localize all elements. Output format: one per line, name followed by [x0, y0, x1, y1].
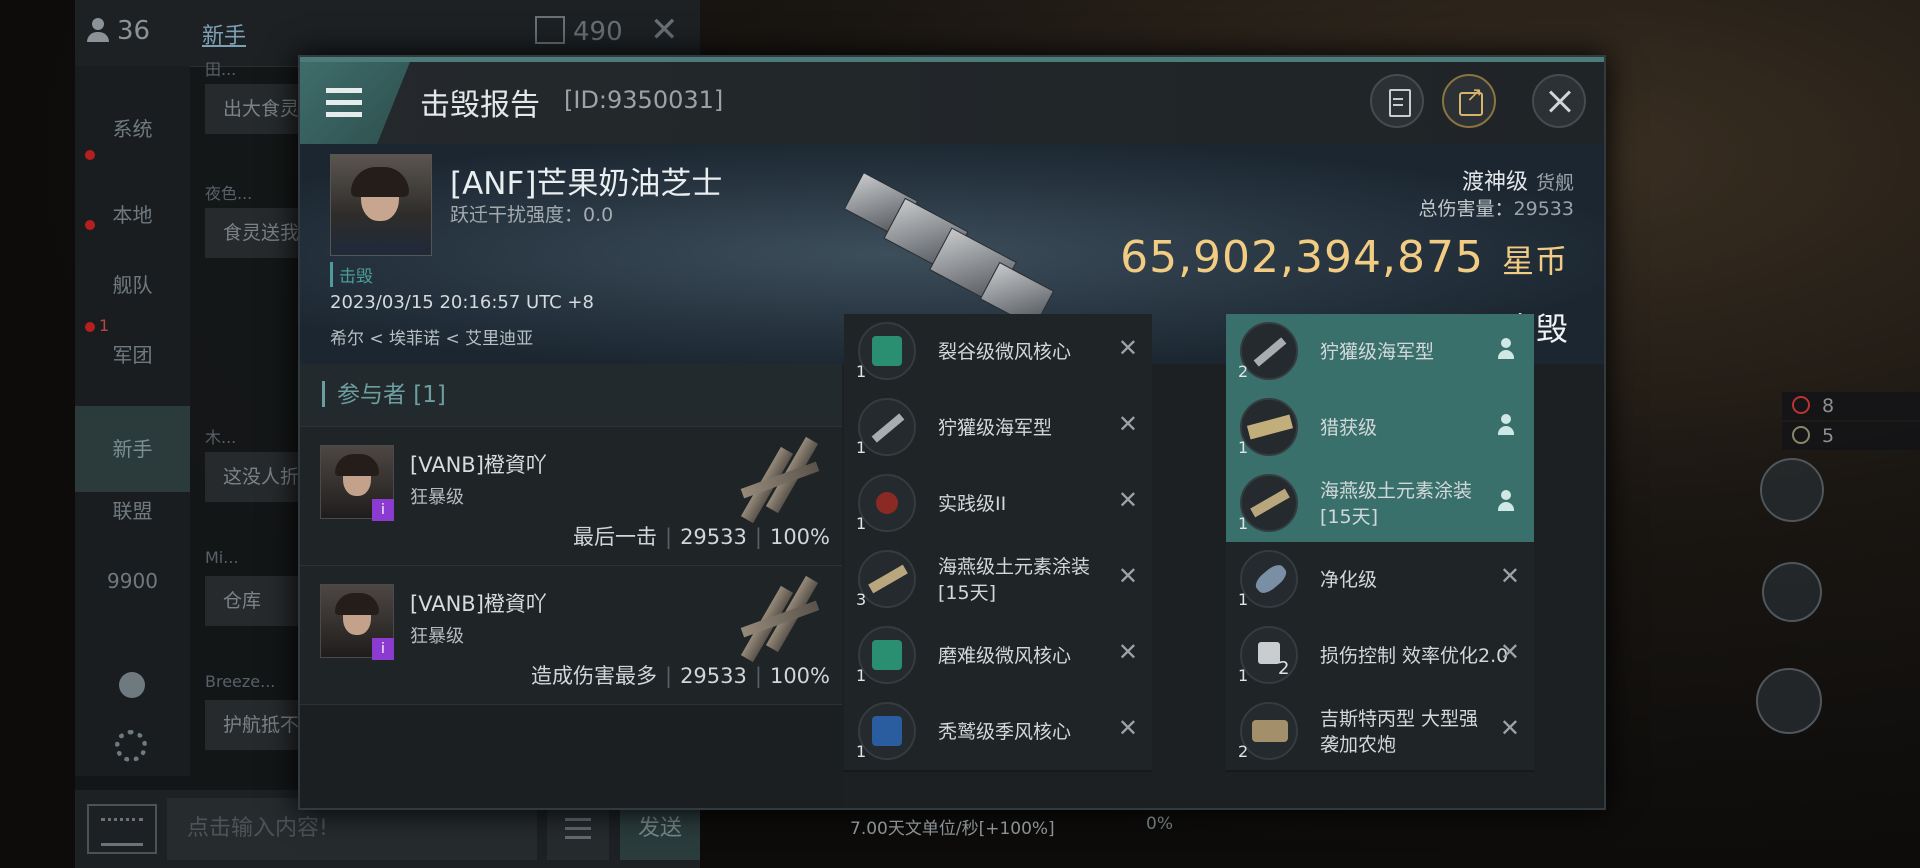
victim-avatar[interactable]	[330, 154, 432, 256]
dock-icon[interactable]	[1756, 668, 1822, 734]
item-row[interactable]: 2 吉斯特丙型 大型强袭加农炮 ✕	[1226, 694, 1534, 772]
eye-icon[interactable]	[1760, 458, 1824, 522]
agent-icon[interactable]	[119, 672, 145, 698]
ship-icon	[858, 398, 916, 456]
unread-dot	[85, 220, 95, 230]
channel-sidebar: 系统 本地 舰队 1 军团 新手 联盟 9900	[75, 66, 190, 776]
target-icon	[1792, 396, 1810, 414]
kill-location[interactable]: 希尔 < 埃菲诺 < 艾里迪亚	[330, 324, 533, 349]
menu-icon[interactable]	[300, 62, 410, 144]
skin-icon	[858, 550, 916, 608]
participant-row[interactable]: i [VANB]橙資吖 狂暴级 造成伤害最多 | 29533 | 100%	[300, 566, 842, 705]
destroyed-icon: ✕	[1117, 562, 1138, 590]
participant-ship-image	[730, 435, 830, 525]
modal-header: 击毁报告 [ID:9350031]	[300, 62, 1604, 144]
participants-header: 参与者 [1]	[300, 364, 842, 427]
green-core-icon	[858, 322, 916, 380]
report-id[interactable]: [ID:9350031]	[564, 86, 723, 114]
item-row[interactable]: 1 净化级 ✕	[1226, 542, 1534, 620]
chat-close-icon[interactable]: ✕	[650, 10, 679, 50]
skin-icon	[1240, 474, 1298, 532]
destroyed-icon: ✕	[1117, 410, 1138, 438]
item-row[interactable]: 1 2 损伤控制 效率优化2.0 ✕	[1226, 618, 1534, 696]
ship-speed: 7.00天文单位/秒[+100%]	[850, 819, 1055, 839]
channel-9900[interactable]: 9900	[75, 538, 190, 624]
destroyed-icon: ✕	[1499, 638, 1520, 666]
close-icon[interactable]	[1532, 74, 1586, 128]
victim-ship-type: 渡神级 货舰	[1461, 170, 1574, 195]
item-row[interactable]: 3 海燕级土元素涂装[15天] ✕	[844, 542, 1152, 620]
item-row[interactable]: 1 猎获级	[1226, 390, 1534, 468]
drone-icon	[858, 474, 916, 532]
destroyed-icon: ✕	[1117, 334, 1138, 362]
user-icon	[87, 18, 109, 42]
info-icon: i	[372, 638, 394, 660]
participant-row[interactable]: i [VANB]橙資吖 狂暴级 最后一击 | 29533 | 100%	[300, 427, 842, 566]
warp-scramble: 跃迁干扰强度：0.0	[450, 204, 614, 226]
isk-value: 65,902,394,875 星币	[1120, 232, 1568, 283]
participant-ship: 狂暴级	[410, 626, 464, 647]
module-level-badge: 2	[1278, 658, 1290, 679]
ship-icon	[1240, 322, 1298, 380]
participant-stats: 造成伤害最多 | 29533 | 100%	[530, 664, 830, 688]
destroyed-icon: ✕	[1117, 638, 1138, 666]
destroyed-icon: ✕	[1499, 562, 1520, 590]
box-icon	[535, 16, 565, 44]
item-row[interactable]: 1 秃鹫级季风核心 ✕	[844, 694, 1152, 772]
user-icon	[1498, 490, 1514, 512]
victim-name[interactable]: [ANF]芒果奶油芝士	[450, 158, 722, 203]
participants-panel: 参与者 [1] i [VANB]橙資吖 狂暴级 最后一击 | 29533 | 100% …	[300, 364, 842, 808]
item-row[interactable]: 1 磨难级微风核心 ✕	[844, 618, 1152, 696]
user-icon	[1498, 414, 1514, 436]
hud-counter-bottom: 5	[1782, 422, 1920, 450]
kill-datetime: 2023/03/15 20:16:57 UTC +8	[330, 292, 594, 313]
swap-icon[interactable]	[1762, 562, 1822, 622]
box-count[interactable]: 490	[535, 16, 623, 47]
item-row[interactable]: 1 海燕级土元素涂装[15天]	[1226, 466, 1534, 544]
online-count: 36	[87, 16, 150, 46]
destroyed-icon: ✕	[1117, 486, 1138, 514]
blue-core-icon	[858, 702, 916, 760]
share-icon[interactable]	[1442, 74, 1496, 128]
participant-name: [VANB]橙資吖	[410, 453, 547, 477]
participant-name: [VANB]橙資吖	[410, 592, 547, 616]
unread-dot	[85, 150, 95, 160]
keyboard-icon[interactable]	[87, 804, 157, 854]
ship-icon	[1240, 550, 1298, 608]
green-core-icon	[858, 626, 916, 684]
victim-ship-image	[840, 164, 1070, 329]
info-icon: i	[372, 499, 394, 521]
clipboard-icon[interactable]	[1370, 74, 1424, 128]
item-row[interactable]: 2 狞獾级海军型	[1226, 314, 1534, 392]
destroyed-icon: ✕	[1117, 714, 1138, 742]
filter-icon	[1792, 426, 1810, 444]
participant-ship-image	[730, 574, 830, 664]
item-row[interactable]: 1 实践级II ✕	[844, 466, 1152, 544]
item-row[interactable]: 1 狞獾级海军型 ✕	[844, 390, 1152, 468]
user-icon	[1498, 338, 1514, 360]
destroyed-icon: ✕	[1499, 714, 1520, 742]
speed-percent: 0%	[1146, 814, 1173, 834]
chat-channel-tab[interactable]: 新手	[202, 18, 246, 50]
kill-report-modal: 击毁报告 [ID:9350031] [ANF]芒果奶油芝士 跃迁干扰强度：0.0…	[298, 55, 1606, 810]
turret-icon	[1240, 702, 1298, 760]
page-title: 击毁报告	[420, 88, 540, 123]
ship-icon	[1240, 398, 1298, 456]
item-row[interactable]: 1 裂谷级微风核心 ✕	[844, 314, 1152, 392]
gear-icon[interactable]	[115, 730, 147, 762]
channel-legion[interactable]: 军团	[75, 312, 190, 398]
hud-counter-top: 8	[1782, 392, 1920, 420]
total-damage: 总伤害量：29533	[1418, 198, 1574, 220]
participant-ship: 狂暴级	[410, 487, 464, 508]
kill-tag: 击毁	[330, 262, 373, 287]
participant-stats: 最后一击 | 29533 | 100%	[572, 525, 830, 549]
